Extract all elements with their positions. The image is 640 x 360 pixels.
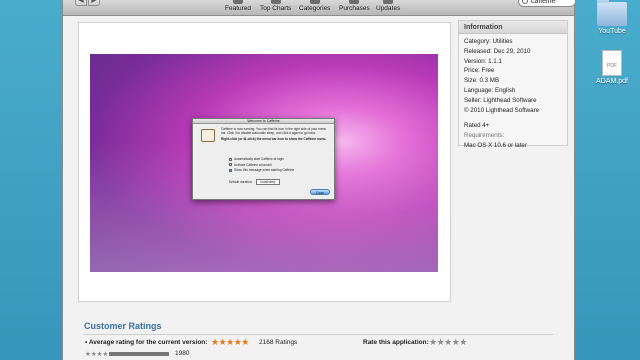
dialog-paragraph: Caffeine is now running. You can find it… bbox=[221, 127, 327, 135]
ratings-count: 2168 Ratings bbox=[259, 339, 298, 346]
checkbox-row[interactable]: Activate Caffeine at launch bbox=[229, 163, 329, 167]
five-star-bar-fill bbox=[109, 352, 164, 356]
categories-icon bbox=[309, 0, 320, 4]
caffeine-welcome-dialog: Welcome to Caffeine Caffeine is now runn… bbox=[192, 118, 335, 200]
info-category: Category: Utilities bbox=[464, 38, 513, 45]
desktop-icon-adam-pdf[interactable]: PDF ADAM.pdf bbox=[590, 50, 634, 85]
close-button[interactable]: Close bbox=[310, 189, 330, 195]
tab-label: Top Charts bbox=[260, 5, 292, 12]
checkbox-label: Activate Caffeine at launch bbox=[234, 162, 272, 167]
desktop-icon-youtube[interactable]: YouTube bbox=[590, 0, 634, 35]
info-copyright: © 2010 Lighthead Software bbox=[464, 106, 540, 114]
search-value: caffeine bbox=[531, 0, 556, 5]
tab-label: Featured bbox=[225, 5, 252, 12]
information-body: Category: Utilities Released: Dec 29, 20… bbox=[459, 34, 567, 154]
desktop-icon-label: ADAM.pdf bbox=[596, 78, 628, 85]
customer-ratings-heading: Customer Ratings bbox=[84, 321, 162, 331]
desktop-icon-label: YouTube bbox=[598, 28, 626, 35]
information-panel: Information Category: Utilities Released… bbox=[458, 20, 568, 149]
tab-label: Categories bbox=[299, 5, 331, 12]
info-rating: Rated 4+ bbox=[464, 122, 490, 130]
five-star-count: 1980 bbox=[175, 350, 190, 357]
information-title: Information bbox=[459, 21, 567, 34]
duration-select[interactable]: Indefinitely bbox=[256, 179, 280, 185]
dialog-title: Welcome to Caffeine bbox=[193, 119, 334, 124]
purchases-icon bbox=[349, 0, 360, 4]
five-star-bar bbox=[109, 352, 169, 356]
checkbox-label: Automatically start Caffeine at login bbox=[234, 157, 284, 161]
checkbox[interactable] bbox=[229, 163, 232, 167]
divider bbox=[83, 334, 553, 335]
tab-label: Updates bbox=[376, 5, 401, 12]
info-price: Price: Free bbox=[464, 67, 495, 75]
updates-icon bbox=[383, 0, 394, 4]
dialog-paragraph: Right-click (or ⌘-click) the menu bar ic… bbox=[221, 137, 327, 141]
duration-label: Default duration: bbox=[229, 180, 253, 184]
info-version: Version: 1.1.1 bbox=[464, 57, 502, 65]
app-screenshot[interactable]: Welcome to Caffeine Caffeine is now runn… bbox=[90, 54, 438, 272]
tab-label: Purchases bbox=[339, 5, 370, 12]
info-requirements-label: Requirements: bbox=[464, 132, 505, 140]
folder-icon bbox=[597, 0, 627, 26]
dialog-options: Automatically start Caffeine at login Ac… bbox=[229, 157, 329, 174]
tab-featured[interactable]: Featured bbox=[225, 0, 251, 12]
top-charts-icon bbox=[270, 0, 281, 4]
screenshot-panel: Welcome to Caffeine Caffeine is now runn… bbox=[78, 22, 451, 302]
checkbox[interactable] bbox=[229, 157, 232, 161]
duration-row: Default duration: Indefinitely bbox=[229, 179, 280, 185]
tab-top-charts[interactable]: Top Charts bbox=[260, 0, 291, 12]
coffee-cup-icon bbox=[201, 129, 215, 142]
info-released: Released: Dec 29, 2010 bbox=[464, 47, 531, 55]
info-requirements: Mac OS X 10.6 or later bbox=[464, 141, 527, 149]
info-seller[interactable]: Seller: Lighthead Software bbox=[464, 96, 562, 106]
app-store-window: ◀ ▶ Featured Top Charts Categories Purch… bbox=[62, 0, 576, 360]
back-button[interactable]: ◀ bbox=[75, 0, 87, 6]
forward-button[interactable]: ▶ bbox=[88, 0, 100, 6]
pdf-file-icon: PDF bbox=[602, 50, 622, 76]
checkbox-row[interactable]: Show this message when starting Caffeine bbox=[229, 168, 329, 172]
tab-categories[interactable]: Categories bbox=[299, 0, 330, 12]
info-language: Language: English bbox=[464, 86, 516, 94]
search-input[interactable]: caffeine bbox=[518, 0, 576, 7]
checkbox-row[interactable]: Automatically start Caffeine at login bbox=[229, 157, 329, 161]
tab-updates[interactable]: Updates bbox=[376, 0, 400, 12]
rate-application-label: Rate this application: bbox=[363, 339, 429, 346]
rate-application-stars[interactable]: ★★★★★ bbox=[429, 337, 467, 348]
featured-icon bbox=[233, 0, 244, 4]
dialog-text: Caffeine is now running. You can find it… bbox=[221, 127, 331, 141]
search-icon bbox=[522, 0, 528, 4]
checkbox-checked[interactable] bbox=[229, 168, 232, 172]
tab-purchases[interactable]: Purchases bbox=[339, 0, 370, 12]
average-rating-stars: ★★★★★ bbox=[211, 337, 249, 347]
checkbox-label: Show this message when starting Caffeine bbox=[234, 168, 295, 172]
app-detail-content: Welcome to Caffeine Caffeine is now runn… bbox=[63, 16, 574, 360]
toolbar: ◀ ▶ Featured Top Charts Categories Purch… bbox=[63, 0, 576, 16]
average-rating-label: • Average rating for the current version… bbox=[85, 339, 208, 346]
info-size: Size: 0.3 MB bbox=[464, 77, 500, 85]
